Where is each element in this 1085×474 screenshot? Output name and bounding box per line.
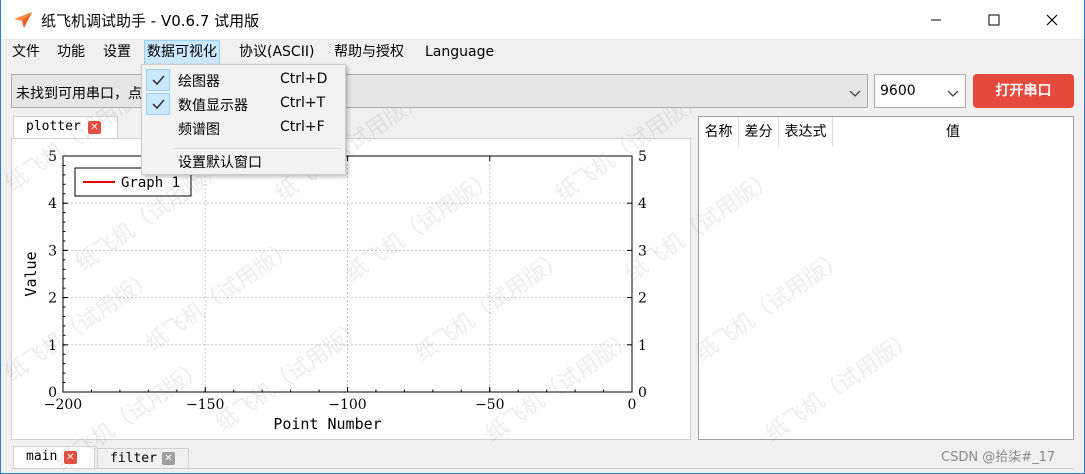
chevron-down-icon (849, 86, 861, 102)
menu-item-label: 设置默认窗口 (178, 155, 262, 171)
menu-item-spectrum[interactable]: 频谱图 Ctrl+F (144, 116, 343, 140)
footer-credit: CSDN @拾柒#_17 (941, 450, 1056, 465)
close-button[interactable] (1025, 0, 1079, 40)
minimize-icon (931, 19, 941, 21)
menu-function[interactable]: 功能 (55, 40, 87, 65)
y-tick-label: 3 (48, 243, 57, 259)
tab-plotter-label: plotter (26, 119, 81, 134)
y-tick-label: 1 (48, 338, 57, 354)
window-title: 纸飞机调试助手 - V0.6.7 试用版 (41, 12, 260, 30)
checkmark-icon (146, 69, 170, 91)
menu-item-label: 数值显示器 (178, 98, 248, 114)
close-tab-icon[interactable]: ✕ (162, 452, 175, 465)
divider (11, 468, 1074, 469)
port-select-value: 未找到可用串口，⁠点 (16, 86, 142, 102)
y-tick-label: 0 (48, 385, 57, 401)
x-tick-label: 0 (628, 397, 637, 413)
menu-protocol[interactable]: 协议(ASCII) (237, 40, 316, 65)
port-select[interactable]: 未找到可用串口，⁠点 (11, 74, 868, 108)
close-icon (1046, 14, 1058, 26)
y-tick-label: 5 (48, 149, 57, 165)
x-tick-label: −50 (475, 397, 505, 413)
column-header-name[interactable]: 名称 (699, 117, 739, 147)
maximize-icon (988, 14, 1000, 26)
tab-plotter[interactable]: plotter ✕ (13, 116, 118, 138)
menu-item-label: 绘图器 (178, 74, 220, 90)
menu-item-plotter[interactable]: 绘图器 Ctrl+D (144, 68, 343, 92)
column-header-diff[interactable]: 差分 (739, 117, 779, 147)
menu-language[interactable]: Language (423, 40, 496, 65)
value-table: 名称 差分 表达式 值 (698, 116, 1074, 440)
plot-panel: −200 −150 −100 −50 0 0 0 1 1 2 2 3 3 4 4 5 5 Point Number… (11, 138, 691, 440)
menu-settings[interactable]: 设置 (101, 40, 133, 65)
open-port-button[interactable]: 打开串口 (973, 74, 1074, 108)
y-tick-label-right: 1 (638, 338, 647, 354)
close-tab-icon[interactable]: ✕ (64, 451, 77, 464)
paper-plane-icon (13, 11, 33, 29)
menu-bar: 文件 功能 设置 数据可视化 协议(ASCII) 帮助与授权 Language (1, 40, 1084, 65)
tab-filter-label: filter (110, 451, 157, 466)
tab-filter[interactable]: filter ✕ (97, 448, 189, 468)
y-tick-label-right: 4 (638, 196, 647, 212)
legend-label: Graph 1 (121, 175, 180, 191)
x-tick-label: −150 (186, 397, 224, 413)
menu-item-shortcut: Ctrl+T (280, 95, 326, 111)
menu-item-value-display[interactable]: 数值显示器 Ctrl+T (144, 92, 343, 116)
y-tick-label: 4 (48, 196, 57, 212)
data-visualization-dropdown: 绘图器 Ctrl+D 数值显示器 Ctrl+T 频谱图 Ctrl+F 设置默认窗… (141, 64, 346, 175)
chart: −200 −150 −100 −50 00 01 12 23 34 45 5Point Number… (22, 149, 647, 433)
column-header-expression[interactable]: 表达式 (779, 117, 833, 147)
y-tick-label-right: 2 (638, 291, 647, 307)
menu-item-shortcut: Ctrl+D (280, 71, 328, 87)
app-window: 纸飞机调试助手 - V0.6.7 试用版 文件 功能 设置 数据可视化 协议(A… (0, 0, 1085, 474)
baud-rate-value: 9600 (880, 83, 916, 99)
y-tick-label: 2 (48, 291, 57, 307)
maximize-button[interactable] (967, 0, 1021, 40)
tab-main[interactable]: main ✕ (13, 446, 95, 468)
x-axis-label: Point Number (273, 415, 381, 433)
menu-file[interactable]: 文件 (10, 40, 42, 65)
y-tick-label-right: 3 (638, 243, 647, 259)
menu-item-shortcut: Ctrl+F (280, 119, 325, 135)
menu-item-default-window[interactable]: 设置默认窗口 (144, 149, 343, 173)
y-axis-label: Value (22, 251, 40, 296)
menu-help-license[interactable]: 帮助与授权 (332, 40, 406, 65)
x-tick-label: −100 (328, 397, 366, 413)
menu-item-label: 频谱图 (178, 122, 220, 138)
y-tick-label-right: 5 (638, 149, 647, 165)
title-bar: 纸飞机调试助手 - V0.6.7 试用版 (1, 0, 1084, 40)
chevron-down-icon (947, 86, 959, 102)
checkmark-icon (146, 93, 170, 115)
menu-data-visualization[interactable]: 数据可视化 (144, 40, 220, 65)
y-tick-label-right: 0 (638, 385, 647, 401)
baud-rate-select[interactable]: 9600 (874, 74, 966, 108)
minimize-button[interactable] (909, 0, 963, 40)
close-tab-icon[interactable]: ✕ (88, 121, 101, 134)
tab-main-label: main (26, 449, 58, 464)
column-header-value[interactable]: 值 (833, 117, 1073, 147)
